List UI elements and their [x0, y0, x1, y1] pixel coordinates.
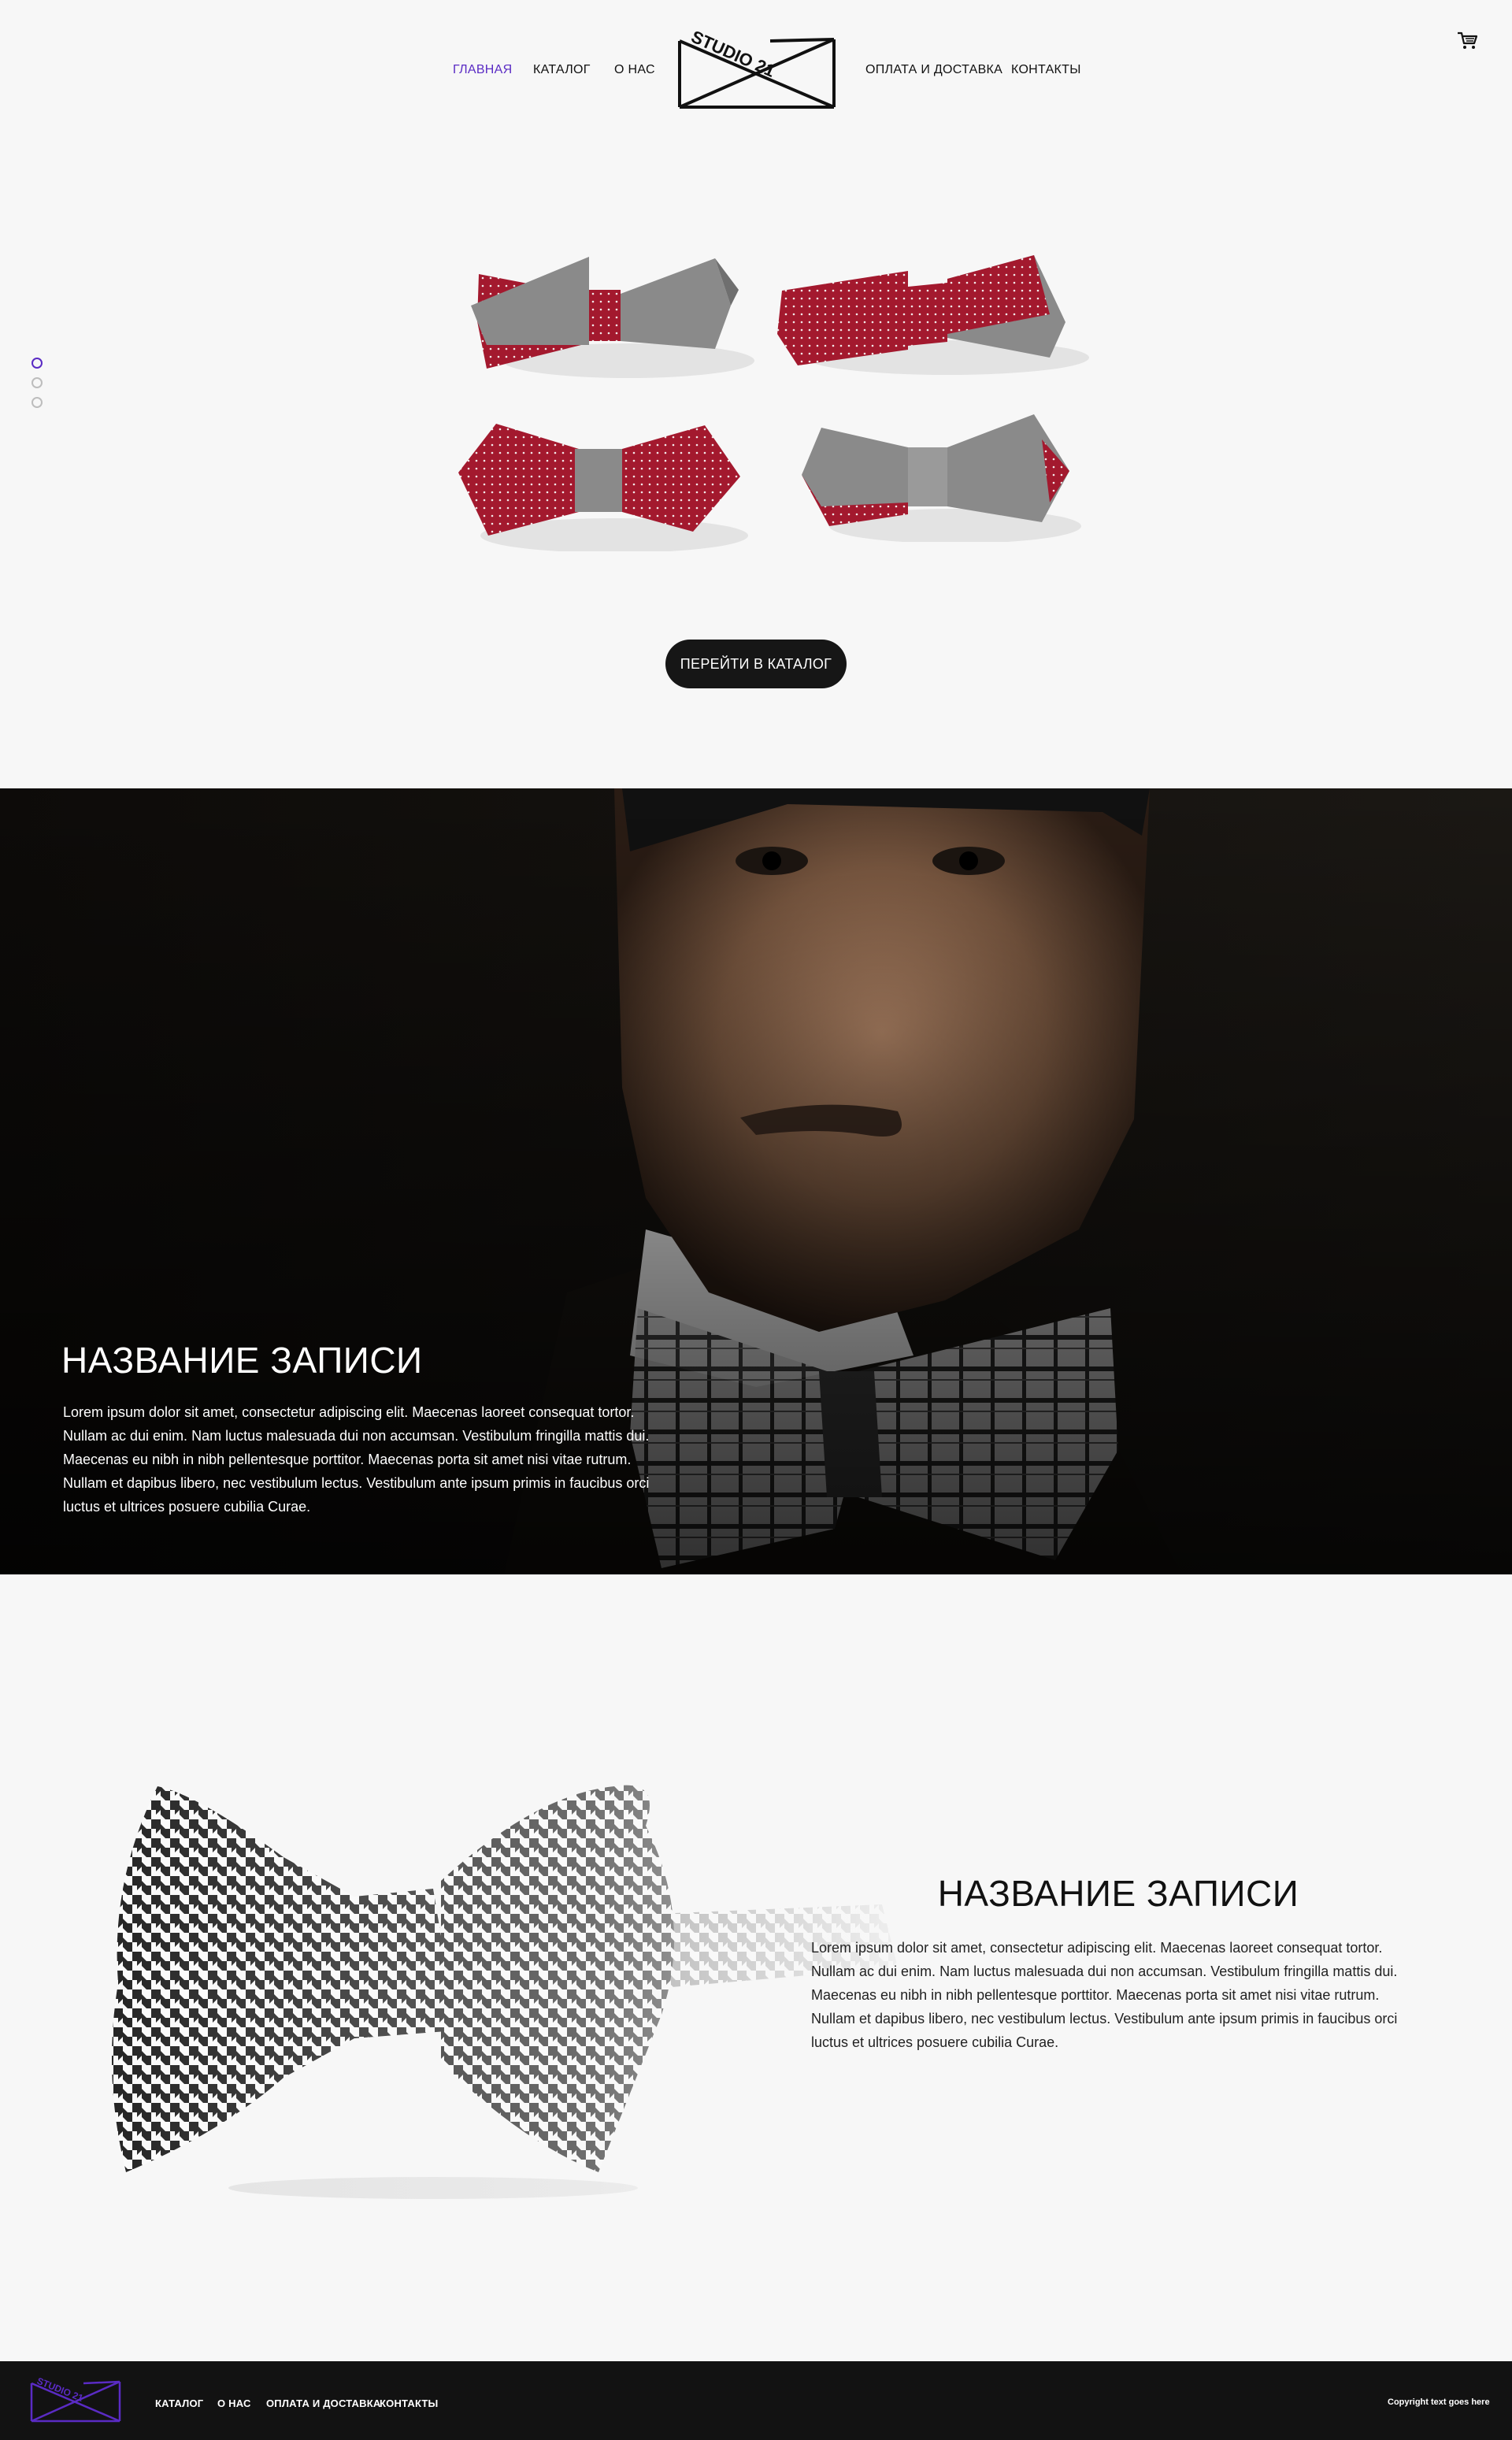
footer-nav-payment-delivery[interactable]: Оплата и доставка	[266, 2397, 380, 2409]
logo-text: STUDIO 21	[688, 28, 778, 81]
copyright-text: Copyright text goes here	[1388, 2397, 1490, 2407]
houndstooth-bowtie-image	[94, 1763, 914, 2204]
nav-about[interactable]: О нас	[614, 63, 655, 77]
go-to-catalog-button[interactable]: ПЕРЕЙТИ В КАТАЛОГ	[665, 640, 847, 688]
bowtie-image	[471, 257, 754, 378]
logo[interactable]: STUDIO 21	[676, 28, 838, 113]
footer-logo[interactable]: STUDIO 21	[28, 2375, 123, 2426]
feature-text: Lorem ipsum dolor sit amet, consectetur …	[63, 1404, 650, 1515]
feature-title: НАЗВАНИЕ ЗАПИСИ	[61, 1340, 423, 1381]
bowtie-image	[458, 424, 748, 551]
nav-payment-delivery[interactable]: Оплата и доставка	[865, 63, 1002, 77]
feature-text: Lorem ipsum dolor sit amet, consectetur …	[811, 1940, 1398, 2050]
bowtie-image	[777, 255, 1089, 375]
nav-catalog[interactable]: Каталог	[533, 63, 591, 77]
nav-contacts[interactable]: Контакты	[1011, 63, 1081, 77]
footer-logo-text: STUDIO 21	[35, 2375, 85, 2404]
slider-dot[interactable]	[32, 397, 43, 408]
slider-dots	[32, 358, 43, 417]
bowtie-image	[802, 414, 1081, 542]
cart-icon[interactable]	[1457, 30, 1477, 50]
footer-nav-catalog[interactable]: Каталог	[155, 2397, 203, 2409]
slider-dot[interactable]	[32, 358, 43, 369]
footer-nav-about[interactable]: О нас	[217, 2397, 251, 2409]
slider-dot[interactable]	[32, 377, 43, 388]
feature-title: НАЗВАНИЕ ЗАПИСИ	[937, 1873, 1299, 1914]
nav-home[interactable]: Главная	[453, 63, 513, 77]
footer-nav-contacts[interactable]: Контакты	[380, 2397, 438, 2409]
